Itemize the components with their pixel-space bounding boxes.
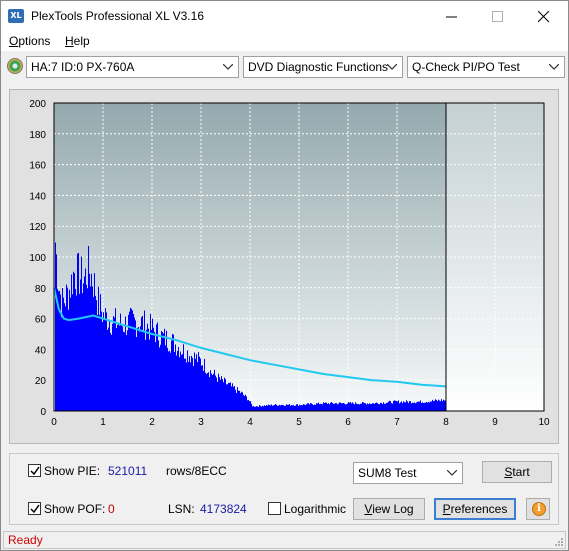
x-tick-label: 4 [247, 417, 253, 428]
lsn-value: 4173824 [200, 502, 247, 516]
menu-help[interactable]: Help [65, 34, 90, 48]
x-tick-label: 6 [345, 417, 351, 428]
y-tick-label: 180 [29, 130, 46, 141]
y-tick-label: 80 [35, 284, 47, 295]
pie-chart-panel: 0 1 2 3 4 5 6 7 8 9 10 0 20 40 60 80 100 120 140 160 180 200 [9, 89, 559, 444]
pof-total-value: 0 [108, 502, 115, 516]
menu-bar: Options Help [1, 31, 568, 51]
preferences-button[interactable]: Preferences [434, 498, 516, 520]
show-pie-checkbox[interactable] [28, 464, 41, 477]
menu-options-accel: O [9, 34, 19, 48]
info-button[interactable]: i [526, 498, 550, 520]
y-tick-label: 60 [35, 315, 47, 326]
minimize-button[interactable] [429, 1, 475, 31]
function-select[interactable]: DVD Diagnostic Functions [243, 56, 403, 78]
menu-options-label: ptions [18, 34, 51, 48]
x-tick-label: 9 [492, 417, 498, 428]
status-text: Ready [8, 533, 43, 547]
logarithmic-checkbox[interactable] [268, 502, 281, 515]
chevron-down-icon [222, 57, 234, 77]
y-tick-label: 100 [29, 253, 46, 264]
logarithmic-label: Logarithmic [284, 502, 347, 516]
x-tick-label: 10 [538, 417, 550, 428]
chevron-down-icon [548, 57, 560, 77]
x-tick-label: 1 [100, 417, 106, 428]
pie-total-value: 521011 [108, 464, 148, 478]
close-button[interactable] [521, 1, 567, 31]
x-tick-label: 2 [149, 417, 155, 428]
close-icon [538, 11, 550, 23]
window-title: PlexTools Professional XL V3.16 [31, 9, 204, 23]
checkmark-icon [30, 504, 40, 514]
x-tick-label: 3 [198, 417, 204, 428]
resize-grip-icon[interactable] [554, 537, 564, 547]
app-logo-icon: XL [8, 9, 24, 23]
preferences-button-accel: P [442, 502, 451, 516]
menu-help-accel: H [65, 34, 74, 48]
title-bar: XL PlexTools Professional XL V3.16 [1, 1, 568, 31]
pie-po-chart: 0 1 2 3 4 5 6 7 8 9 10 0 20 40 60 80 100 120 140 160 180 200 [29, 99, 550, 428]
preferences-button-label: references [450, 502, 508, 516]
y-tick-label: 160 [29, 161, 46, 172]
sum-test-select[interactable]: SUM8 Test [353, 462, 463, 484]
sum-test-select-value: SUM8 Test [358, 466, 417, 480]
drive-select-value: HA:7 ID:0 PX-760A [31, 60, 135, 74]
maximize-icon [492, 11, 503, 22]
results-panel: Show PIE: 521011 rows/8ECC SUM8 Test Sta… [9, 453, 559, 525]
toolbar: HA:7 ID:0 PX-760A DVD Diagnostic Functio… [1, 51, 568, 83]
show-pie-label: Show PIE: [44, 464, 101, 478]
y-tick-label: 140 [29, 191, 46, 202]
y-tick-label: 120 [29, 222, 46, 233]
minimize-icon [446, 16, 457, 18]
show-pof-label: Show POF: [44, 502, 106, 516]
function-select-value: DVD Diagnostic Functions [248, 60, 389, 74]
disc-drive-icon [7, 58, 23, 74]
maximize-button[interactable] [475, 1, 521, 31]
menu-options[interactable]: Options [9, 34, 50, 48]
x-tick-label: 7 [394, 417, 400, 428]
info-icon: i [532, 502, 546, 516]
checkmark-icon [30, 466, 40, 476]
test-select[interactable]: Q-Check PI/PO Test [407, 56, 565, 78]
view-log-button-label: iew Log [372, 502, 414, 516]
x-tick-label: 0 [51, 417, 57, 428]
drive-select[interactable]: HA:7 ID:0 PX-760A [26, 56, 239, 78]
x-tick-label: 8 [443, 417, 449, 428]
chevron-down-icon [446, 463, 458, 483]
x-tick-label: 5 [296, 417, 302, 428]
y-tick-label: 20 [35, 376, 47, 387]
lsn-label: LSN: [168, 502, 195, 516]
main-window: XL PlexTools Professional XL V3.16 Optio… [0, 0, 569, 551]
view-log-button[interactable]: View Log [353, 498, 425, 520]
test-select-value: Q-Check PI/PO Test [412, 60, 520, 74]
pie-unit-label: rows/8ECC [166, 464, 227, 478]
y-tick-label: 0 [40, 407, 46, 418]
status-bar: Ready [3, 531, 566, 549]
y-tick-label: 200 [29, 99, 46, 110]
y-tick-label: 40 [35, 345, 47, 356]
menu-help-label: elp [73, 34, 90, 48]
chevron-down-icon [386, 57, 398, 77]
start-button-label: tart [512, 465, 530, 479]
show-pof-checkbox[interactable] [28, 502, 41, 515]
start-button[interactable]: Start [482, 461, 552, 483]
